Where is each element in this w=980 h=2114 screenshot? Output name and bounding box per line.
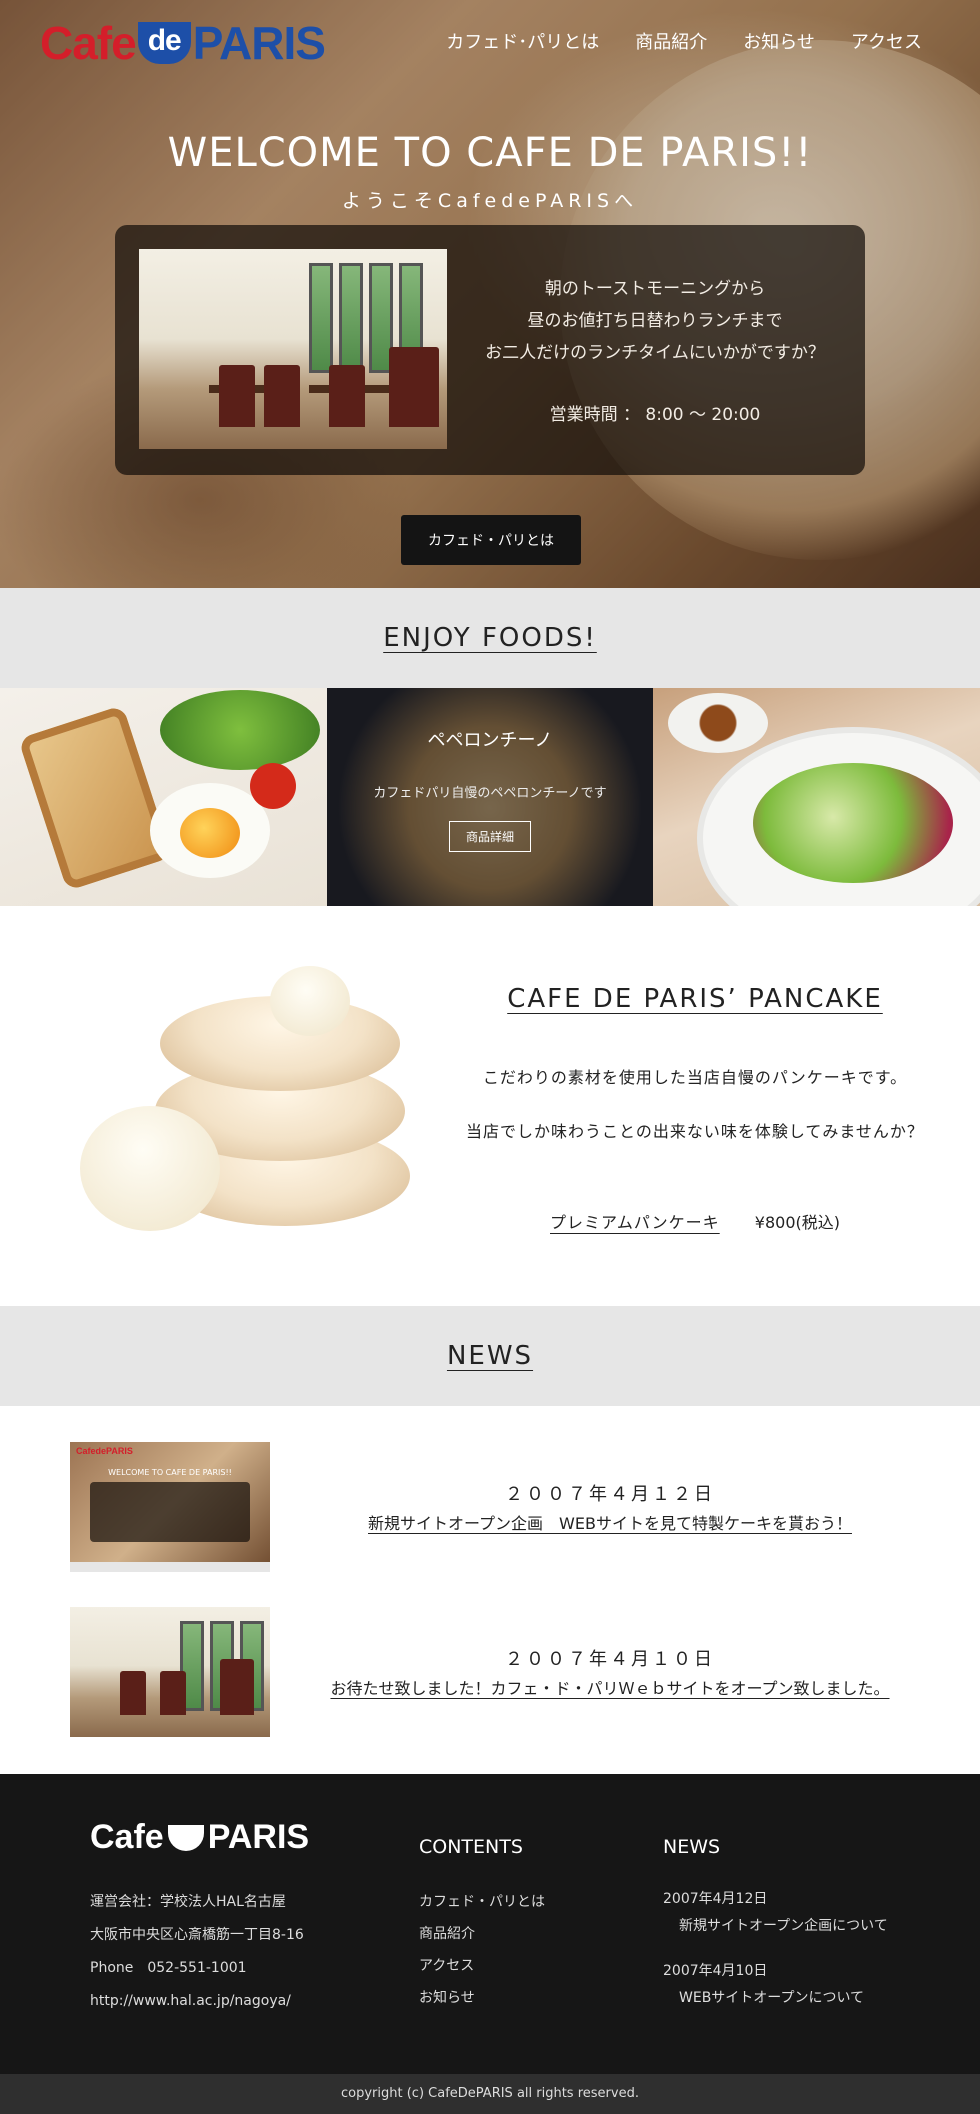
food-peperoncino[interactable]: ペペロンチーノ カフェドパリ自慢のペペロンチーノです 商品詳細 xyxy=(326,688,654,906)
nav-item-access[interactable]: アクセス xyxy=(851,28,922,54)
pancake-description-2: 当店でしか味わうことの出来ない味を体験してみませんか？ xyxy=(466,1122,924,1141)
cup-icon xyxy=(167,1824,204,1851)
footer-link-about[interactable]: カフェド・パリとは xyxy=(419,1886,545,1918)
foods-header: ENJOY FOODS! xyxy=(0,588,980,688)
nav-item-products[interactable]: 商品紹介 xyxy=(635,28,707,54)
news-thumbnail xyxy=(70,1607,270,1737)
news-title-link[interactable]: 新規サイトオープン企画 WEBサイトを見て特製ケーキを貰おう！ xyxy=(300,1510,920,1534)
news-item[interactable]: CafedePARIS WELCOME TO CAFE DE PARIS!! ２… xyxy=(70,1442,920,1572)
news-thumbnail: CafedePARIS WELCOME TO CAFE DE PARIS!! xyxy=(70,1442,270,1572)
foods-gallery: ペペロンチーノ カフェドパリ自慢のペペロンチーノです 商品詳細 xyxy=(0,688,980,906)
hero-subtitle: ようこそCafedePARISへ xyxy=(341,190,639,212)
pancake-price-row: プレミアムパンケーキ ¥800(税込) xyxy=(440,1209,950,1233)
news-date: ２００７年４月１０日 xyxy=(505,1649,715,1670)
opening-hours: 営業時間 ： 8:00 ～ 20:00 xyxy=(549,405,761,425)
footer-link-news[interactable]: お知らせ xyxy=(419,1982,545,2014)
about-button[interactable]: カフェド・パリとは xyxy=(401,515,581,565)
hero-section: Cafe de PARIS カフェド･パリとは 商品紹介 お知らせ アクセス W… xyxy=(0,0,980,588)
pancake-description-1: こだわりの素材を使用した当店自慢のパンケーキです。 xyxy=(482,1068,908,1087)
main-nav: カフェド･パリとは 商品紹介 お知らせ アクセス xyxy=(446,28,922,54)
food-overlay: ペペロンチーノ カフェドパリ自慢のペペロンチーノです 商品詳細 xyxy=(326,688,654,906)
pancake-section: CAFE DE PARIS’ PANCAKE こだわりの素材を使用した当店自慢の… xyxy=(0,906,980,1306)
news-item[interactable]: ２００７年４月１０日 お待たせ致しました！カフェ・ド・パリＷｅｂサイトをオープン… xyxy=(70,1607,920,1737)
food-name: ペペロンチーノ xyxy=(427,730,553,751)
pancake-image xyxy=(80,956,420,1246)
pancake-title: CAFE DE PARIS’ PANCAKE xyxy=(507,984,883,1014)
site-footer: Cafe PARIS 運営会社：学校法人HAL名古屋 大阪市中央区心斎橋筋一丁目… xyxy=(0,1774,980,2074)
footer-contents-links: カフェド・パリとは 商品紹介 アクセス お知らせ xyxy=(419,1886,545,2014)
site-logo[interactable]: Cafe de PARIS xyxy=(40,16,326,70)
hero-info-box: 朝のトーストモーニングから 昼のお値打ち日替わりランチまで お二人だけのランチタ… xyxy=(115,225,865,475)
footer-news-date: 2007年4月12日 xyxy=(663,1891,768,1907)
footer-logo[interactable]: Cafe PARIS xyxy=(90,1818,309,1857)
food-description: カフェドパリ自慢のペペロンチーノです xyxy=(373,786,607,801)
pancake-product-link[interactable]: プレミアムパンケーキ xyxy=(550,1213,720,1232)
footer-news-item[interactable]: 新規サイトオープン企画について xyxy=(663,1913,888,1940)
food-toast-breakfast[interactable] xyxy=(0,688,327,906)
news-header: NEWS xyxy=(0,1306,980,1406)
hero-text: 朝のトーストモーニングから 昼のお値打ち日替わりランチまで お二人だけのランチタ… xyxy=(470,273,840,431)
footer-news-date: 2007年4月10日 xyxy=(663,1963,768,1979)
nav-item-news[interactable]: お知らせ xyxy=(743,28,815,54)
hero-title: WELCOME TO CAFE DE PARIS!! xyxy=(167,130,813,176)
footer-news-title: NEWS xyxy=(663,1836,721,1858)
nav-item-about[interactable]: カフェド･パリとは xyxy=(446,28,599,54)
product-detail-button[interactable]: 商品詳細 xyxy=(448,821,531,852)
footer-contents-title: CONTENTS xyxy=(419,1836,523,1858)
news-title-link[interactable]: お待たせ致しました！カフェ・ド・パリＷｅｂサイトをオープン致しました。 xyxy=(300,1675,920,1699)
footer-news-list: 2007年4月12日 新規サイトオープン企画について 2007年4月10日 WE… xyxy=(663,1886,888,2030)
cafe-interior-photo xyxy=(139,249,447,449)
foods-heading: ENJOY FOODS! xyxy=(383,623,597,653)
news-date: ２００７年４月１２日 xyxy=(505,1484,715,1505)
footer-link-products[interactable]: 商品紹介 xyxy=(419,1918,545,1950)
news-section: CafedePARIS WELCOME TO CAFE DE PARIS!! ２… xyxy=(0,1406,980,1774)
footer-link-access[interactable]: アクセス xyxy=(419,1950,545,1982)
food-salad[interactable] xyxy=(653,688,980,906)
pancake-price: ¥800(税込) xyxy=(754,1213,840,1232)
footer-news-item[interactable]: WEBサイトオープンについて xyxy=(663,1985,888,2012)
copyright: copyright (c) CafeDePARIS all rights res… xyxy=(0,2074,980,2114)
news-heading: NEWS xyxy=(446,1341,534,1371)
footer-company-info: 運営会社：学校法人HAL名古屋 大阪市中央区心斎橋筋一丁目8-16 Phone … xyxy=(90,1894,304,2009)
